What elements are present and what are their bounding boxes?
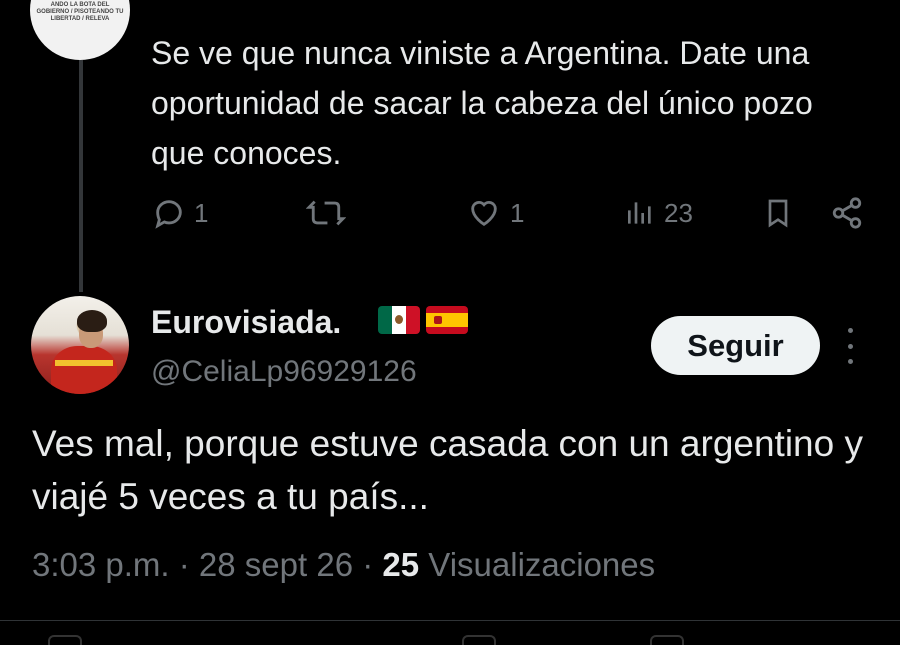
tweet-text: Ves mal, porque estuve casada con un arg… [32,423,863,517]
meta-separator: · [178,546,190,583]
views-icon [628,202,651,224]
avatar-hair [77,310,107,332]
share-button[interactable] [830,196,864,230]
views-button[interactable]: 23 [624,196,693,230]
avatar-caption: ANDO LA BOTA DEL GOBIERNO / PISOTEANDO T… [36,2,124,22]
partial-action-icon [650,635,684,645]
follow-button[interactable]: Seguir [651,316,820,375]
divider [0,620,900,621]
thread-connector-line [79,60,83,292]
view-count: 25 [382,546,420,583]
author-flags [378,306,468,334]
spain-flag-icon [426,306,468,334]
tweet-metadata: 3:03 p.m. · 28 sept 26 · 25 Visualizacio… [32,546,655,584]
avatar-shirt [51,346,117,394]
more-options-icon[interactable] [838,328,862,364]
reply-author-avatar[interactable]: ANDO LA BOTA DEL GOBIERNO / PISOTEANDO T… [30,0,130,60]
author-avatar[interactable] [31,296,129,394]
partial-action-icon [48,635,82,645]
reply-button[interactable]: 1 [152,196,208,230]
reply-tweet-text: Se ve que nunca viniste a Argentina. Dat… [151,35,813,171]
author-handle[interactable]: @CeliaLp96929126 [151,355,417,389]
view-label: Visualizaciones [428,546,656,583]
tweet-time[interactable]: 3:03 p.m. [32,546,170,583]
reply-icon [155,200,182,229]
like-button[interactable]: 1 [466,196,524,230]
bookmark-icon [768,199,788,228]
like-count: 1 [510,197,525,228]
retweet-icon [306,200,346,226]
share-icon [832,197,862,229]
reply-count: 1 [194,197,209,228]
like-icon [471,201,497,227]
bookmark-button[interactable] [762,196,794,230]
retweet-button[interactable] [306,196,346,230]
author-display-name[interactable]: Eurovisiada. [151,304,341,341]
views-count: 23 [664,197,693,228]
meta-separator: · [362,546,374,583]
partial-action-icon [462,635,496,645]
tweet-date[interactable]: 28 sept 26 [199,546,353,583]
avatar-stripe [55,360,113,366]
reply-action-bar: 1 1 23 [0,196,900,240]
mexico-flag-icon [378,306,420,334]
